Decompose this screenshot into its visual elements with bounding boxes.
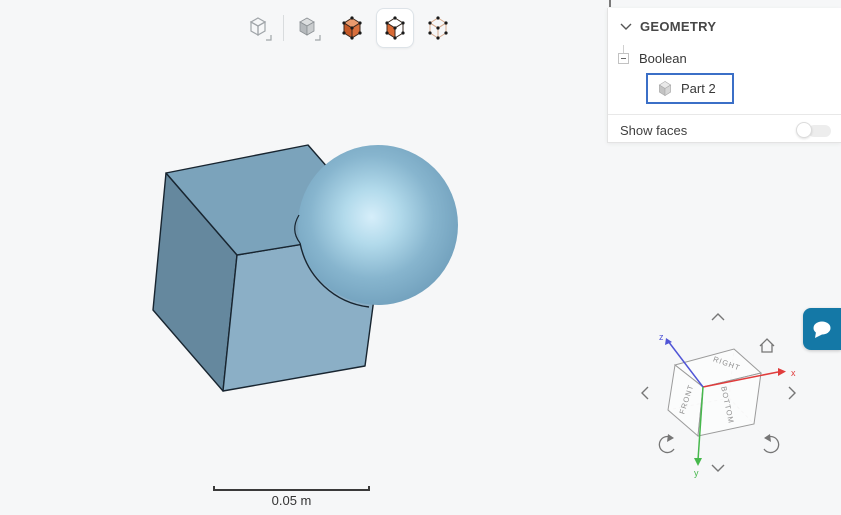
chevron-down-icon (620, 22, 632, 31)
sphere-body[interactable] (298, 145, 458, 305)
tree-connector-line (623, 45, 624, 53)
show-faces-label: Show faces (620, 123, 687, 138)
orbit-up-icon[interactable] (712, 314, 724, 320)
select-volume-wireframe-button[interactable] (240, 8, 278, 48)
rotate-cw-icon[interactable] (764, 434, 779, 453)
panel-scrollbar-remnant (609, 0, 611, 7)
scale-bar-label: 0.05 m (213, 493, 370, 508)
navigation-cube-widget[interactable]: RIGHT FRONT BOTTOM x z y (630, 302, 802, 482)
toolbar-divider (283, 15, 284, 41)
chat-support-button[interactable] (803, 308, 841, 350)
select-vertex-mode-button[interactable] (419, 8, 457, 48)
scale-bar: 0.05 m (213, 486, 370, 508)
face-select-cube-icon (383, 15, 407, 41)
tree-node-boolean[interactable]: Boolean (608, 44, 841, 72)
volume-select-cube-icon (340, 15, 364, 41)
collapse-minus-icon[interactable] (618, 53, 629, 64)
gray-cube-icon (657, 80, 673, 97)
chat-bubble-icon (811, 320, 833, 339)
rotate-ccw-icon[interactable] (659, 434, 674, 453)
toggle-knob[interactable] (796, 122, 812, 138)
tree-node-part2-selected[interactable]: Part 2 (646, 73, 734, 104)
cad-viewport-window: GEOMETRY Boolean Part 2 Show faces (0, 0, 841, 515)
axis-y-label: y (694, 468, 699, 478)
tree-node-part2-row: Part 2 (646, 73, 841, 104)
geometry-panel-header[interactable]: GEOMETRY (608, 8, 841, 44)
geometry-panel: GEOMETRY Boolean Part 2 Show faces (607, 8, 841, 143)
orbit-down-icon[interactable] (712, 465, 724, 471)
scale-bar-line (213, 486, 370, 491)
wireframe-cube-icon (247, 15, 272, 42)
selection-mode-toolbar (240, 8, 457, 48)
show-faces-toggle[interactable] (796, 122, 831, 139)
axis-x-label: x (791, 368, 796, 378)
vertex-select-cube-icon (426, 15, 450, 41)
panel-title: GEOMETRY (640, 19, 716, 34)
select-face-mode-button[interactable] (376, 8, 414, 48)
select-volume-mode-button[interactable] (333, 8, 371, 48)
orbit-left-icon[interactable] (642, 387, 648, 399)
orbit-right-icon[interactable] (789, 387, 795, 399)
tree-node-label[interactable]: Boolean (639, 51, 687, 66)
select-volume-solid-button[interactable] (289, 8, 327, 48)
boolean-solid[interactable] (153, 145, 458, 391)
tree-node-label: Part 2 (681, 81, 716, 96)
home-view-icon[interactable] (760, 339, 774, 352)
solid-cube-icon (296, 15, 321, 42)
axis-z-label: z (659, 332, 664, 342)
show-faces-row: Show faces (608, 115, 841, 145)
